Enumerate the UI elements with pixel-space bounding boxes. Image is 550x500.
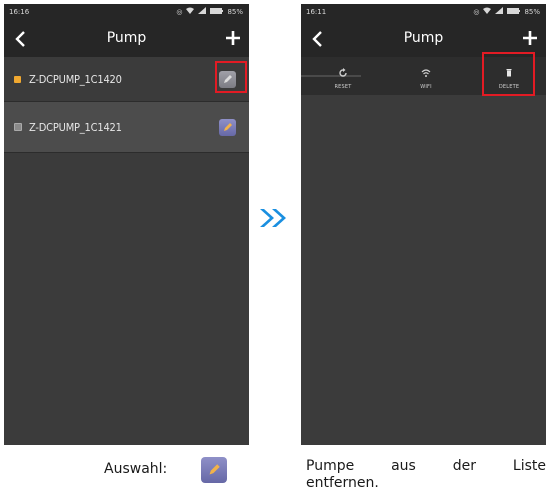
pencil-icon: [209, 464, 220, 475]
arrow-right-icon: [260, 209, 286, 227]
signal-icon: [198, 7, 207, 16]
wifi-label: WIFI: [420, 84, 432, 90]
location-icon: ◎: [176, 7, 183, 16]
device-status-indicator: [14, 75, 21, 83]
reset-icon: [339, 68, 347, 77]
status-time: 16:11: [306, 8, 327, 16]
device-name: Z-DCPUMP_1C1421: [29, 120, 122, 134]
plus-icon: [523, 31, 537, 45]
device-status-indicator: [14, 123, 22, 131]
wifi-status-icon: [186, 7, 195, 16]
plus-icon: [226, 31, 240, 45]
add-device-button[interactable]: [520, 28, 540, 48]
reset-label: RESET: [334, 84, 352, 90]
phone-screen-device-list: 16:16 ◎ 85% Pump Z-DCPUMP_1C1420 Z-DCPUM…: [4, 4, 249, 445]
battery-percent: 85%: [524, 7, 540, 16]
status-time: 16:16: [9, 8, 30, 16]
reset-button[interactable]: RESET: [323, 63, 363, 90]
page-title: Pump: [106, 30, 147, 46]
caption-remove-pump: Pumpe aus der Liste entfernen.: [306, 458, 546, 491]
wifi-status-icon: [483, 7, 492, 16]
device-list-item[interactable]: Z-DCPUMP_1C1421: [4, 102, 249, 153]
nav-bar: Pump: [4, 21, 249, 57]
status-bar: 16:16 ◎ 85%: [4, 4, 249, 21]
highlight-box-edit: [215, 61, 247, 93]
wifi-button[interactable]: WIFI: [406, 63, 446, 90]
highlight-box-delete: [482, 52, 535, 96]
battery-icon: [210, 7, 224, 16]
battery-icon: [507, 7, 521, 16]
edit-button-sample: [201, 457, 227, 483]
location-icon: ◎: [473, 7, 480, 16]
page-title: Pump: [403, 30, 444, 46]
device-list-item[interactable]: Z-DCPUMP_1C1420: [4, 57, 249, 102]
edit-button[interactable]: [219, 118, 236, 136]
battery-percent: 85%: [227, 7, 243, 16]
wifi-icon: [421, 69, 431, 77]
status-bar: 16:11 ◎ 85%: [301, 4, 546, 21]
device-name: Z-DCPUMP_1C1420: [29, 72, 122, 86]
add-device-button[interactable]: [223, 28, 243, 48]
caption-selection: Auswahl:: [104, 461, 168, 477]
signal-icon: [495, 7, 504, 16]
pencil-icon: [224, 122, 232, 131]
